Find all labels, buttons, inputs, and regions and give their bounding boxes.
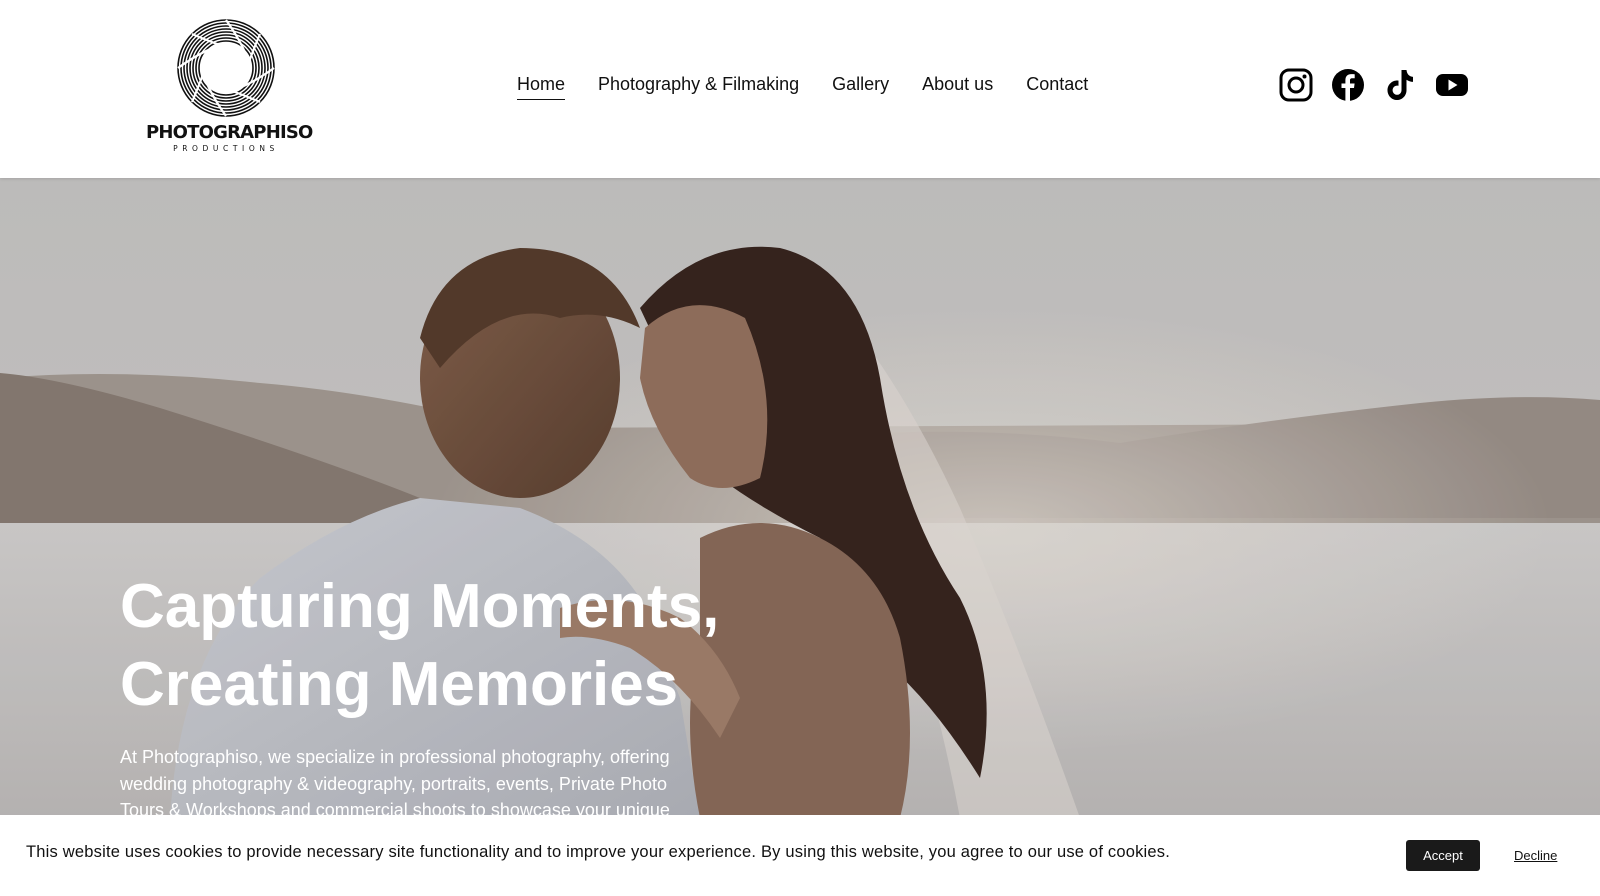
- accept-cookies-button[interactable]: Accept: [1406, 840, 1480, 871]
- social-links: [1279, 68, 1469, 102]
- brand-name: PHOTOGRAPHISO: [146, 122, 313, 143]
- site-header: PHOTOGRAPHISO PRODUCTIONS Home Photograp…: [0, 0, 1600, 178]
- hero-title-line2: Creating Memories: [120, 650, 679, 719]
- facebook-icon[interactable]: [1331, 68, 1365, 102]
- brand-logo[interactable]: PHOTOGRAPHISO PRODUCTIONS: [146, 18, 313, 158]
- aperture-logo-icon: [177, 19, 275, 117]
- main-nav: Home Photography & Filmaking Gallery Abo…: [517, 74, 1088, 100]
- hero-title-line1: Capturing Moments,: [120, 572, 720, 641]
- nav-item-gallery[interactable]: Gallery: [832, 74, 889, 100]
- decline-cookies-button[interactable]: Decline: [1514, 848, 1557, 863]
- brand-tagline: PRODUCTIONS: [173, 144, 279, 153]
- youtube-icon[interactable]: [1435, 68, 1469, 102]
- hero-section: Capturing Moments, Creating Memories At …: [0, 178, 1600, 818]
- tiktok-icon[interactable]: [1383, 68, 1417, 102]
- cookie-banner: This website uses cookies to provide nec…: [0, 815, 1600, 896]
- cookie-message: This website uses cookies to provide nec…: [26, 843, 1171, 861]
- nav-item-photography-filmaking[interactable]: Photography & Filmaking: [598, 74, 799, 100]
- hero-description: At Photographiso, we specialize in profe…: [120, 747, 670, 818]
- nav-item-home[interactable]: Home: [517, 74, 566, 100]
- nav-item-about-us[interactable]: About us: [922, 74, 993, 100]
- instagram-icon[interactable]: [1279, 68, 1313, 102]
- hero-title: Capturing Moments, Creating Memories: [120, 568, 760, 724]
- nav-item-contact[interactable]: Contact: [1026, 74, 1088, 100]
